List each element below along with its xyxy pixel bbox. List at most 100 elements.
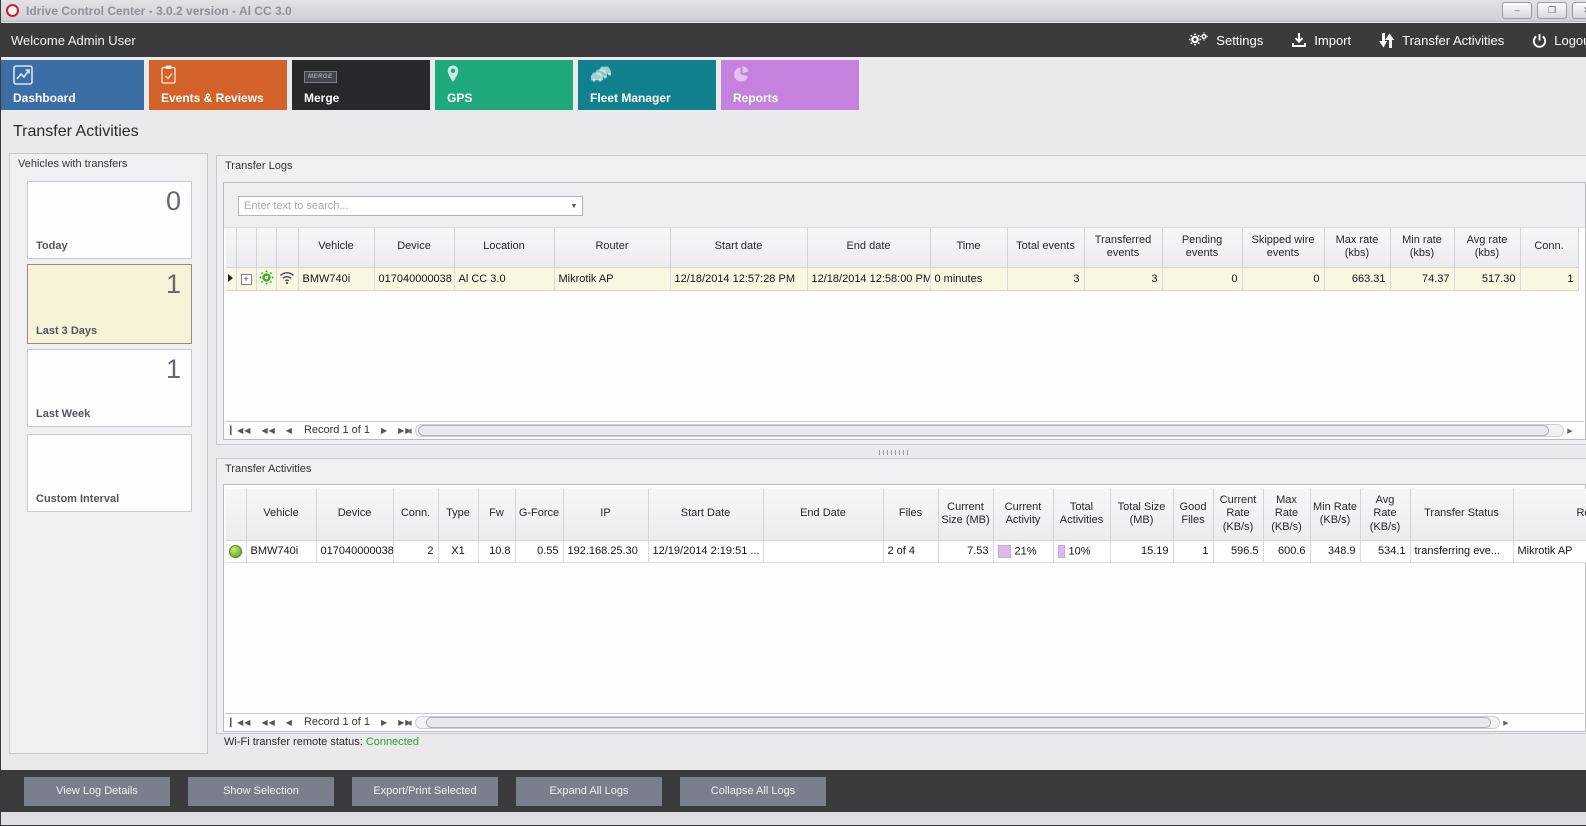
prev-record-icon[interactable]: ◀ <box>286 718 293 727</box>
export-print-selected-button[interactable]: Export/Print Selected <box>352 777 498 806</box>
cell-fw: 10.8 <box>478 540 515 562</box>
expand-all-logs-button[interactable]: Expand All Logs <box>516 777 662 806</box>
col-good-files[interactable]: Good Files <box>1173 489 1213 540</box>
col-router[interactable]: Router <box>1513 489 1586 540</box>
col-transfer-status[interactable]: Transfer Status <box>1410 489 1513 540</box>
collapse-all-logs-button[interactable]: Collapse All Logs <box>680 777 826 806</box>
go-first-icon[interactable]: ▎◀◀ <box>230 718 251 727</box>
transfer-activity-row[interactable]: BMW740i 017040000038 2 X1 10.8 0.55 192.… <box>226 540 1586 562</box>
power-icon <box>1532 33 1547 48</box>
col-time[interactable]: Time <box>930 228 1007 267</box>
transfer-logs-title: Transfer Logs <box>225 160 292 172</box>
chevron-down-icon[interactable]: ▼ <box>566 197 582 215</box>
col-end-date[interactable]: End date <box>807 228 930 267</box>
wifi-status-value: Connected <box>366 736 419 748</box>
col-pending-events[interactable]: Pending events <box>1162 228 1242 267</box>
col-total-size[interactable]: Total Size (MB) <box>1110 489 1173 540</box>
scroll-left-icon[interactable]: ◀ <box>403 427 415 435</box>
tab-fleet-manager[interactable]: Fleet Manager <box>578 60 716 110</box>
footer-toolbar: View Log Details Show Selection Export/P… <box>1 770 1586 812</box>
col-conn[interactable]: Conn. <box>1520 228 1578 267</box>
transfer-activities-panel: Transfer Activities Vehicle Device Conn.… <box>216 458 1586 734</box>
show-selection-button[interactable]: Show Selection <box>188 777 334 806</box>
maximize-button[interactable]: ❐ <box>1537 2 1567 19</box>
vehicles-icon <box>590 65 614 87</box>
transfer-log-row[interactable]: + BMW740i 017040000038 Al CC 3.0 Mikroti… <box>226 267 1578 290</box>
logout-button[interactable]: Logout <box>1532 33 1586 48</box>
tab-reports[interactable]: Reports <box>721 60 859 110</box>
col-ip[interactable]: IP <box>563 489 648 540</box>
logs-horizontal-scrollbar[interactable]: ◀ ▶ <box>403 424 1576 437</box>
col-min-rate[interactable]: Min Rate (KB/s) <box>1310 489 1360 540</box>
prev-page-icon[interactable]: ◀◀ <box>261 718 275 727</box>
cell-total-size: 15.19 <box>1110 540 1173 562</box>
top-menu-bar: Welcome Admin User Settings Import Trans… <box>1 23 1586 57</box>
col-avg-rate[interactable]: Avg rate (kbs) <box>1454 228 1520 267</box>
col-min-rate[interactable]: Min rate (kbs) <box>1390 228 1454 267</box>
tab-gps[interactable]: GPS <box>435 60 573 110</box>
close-button[interactable]: ✕ <box>1572 2 1586 19</box>
col-transferred-events[interactable]: Transferred events <box>1084 228 1162 267</box>
col-end-date[interactable]: End Date <box>763 489 883 540</box>
col-g-force[interactable]: G-Force <box>515 489 563 540</box>
col-router[interactable]: Router <box>554 228 670 267</box>
col-total-events[interactable]: Total events <box>1007 228 1084 267</box>
tab-merge[interactable]: MERGE Merge <box>292 60 430 110</box>
col-files[interactable]: Files <box>883 489 938 540</box>
panel-splitter-handle[interactable] <box>879 450 909 455</box>
col-conn[interactable]: Conn. <box>393 489 438 540</box>
tile-label: Events & Reviews <box>161 91 264 105</box>
activities-horizontal-scrollbar[interactable]: ◀ ▶ <box>403 716 1512 729</box>
tab-dashboard[interactable]: Dashboard <box>1 60 144 110</box>
scroll-right-icon[interactable]: ▶ <box>1564 427 1576 435</box>
cell-device: 017040000038 <box>316 540 393 562</box>
col-avg-rate[interactable]: Avg Rate (KB/s) <box>1360 489 1410 540</box>
next-record-icon[interactable]: ▶ <box>381 718 388 727</box>
col-fw[interactable]: Fw <box>478 489 515 540</box>
col-device[interactable]: Device <box>316 489 393 540</box>
scroll-right-icon[interactable]: ▶ <box>1500 719 1512 727</box>
titlebar: Idrive Control Center - 3.0.2 version - … <box>1 0 1586 22</box>
prev-record-icon[interactable]: ◀ <box>286 426 293 435</box>
minimize-button[interactable]: – <box>1502 2 1532 19</box>
interval-card-today[interactable]: 0 Today <box>27 181 192 259</box>
col-max-rate[interactable]: Max Rate (KB/s) <box>1263 489 1310 540</box>
col-start-date[interactable]: Start Date <box>648 489 763 540</box>
transfer-activities-button[interactable]: Transfer Activities <box>1379 32 1504 49</box>
col-vehicle[interactable]: Vehicle <box>246 489 316 540</box>
col-type[interactable]: Type <box>438 489 478 540</box>
view-log-details-button[interactable]: View Log Details <box>24 777 170 806</box>
transfer-activities-label: Transfer Activities <box>1402 33 1504 48</box>
tile-label: Dashboard <box>13 91 76 105</box>
cell-device: 017040000038 <box>374 267 454 290</box>
col-vehicle[interactable]: Vehicle <box>298 228 374 267</box>
col-total-activities[interactable]: Total Activities <box>1053 489 1110 540</box>
welcome-text: Welcome Admin User <box>11 33 136 48</box>
col-current-rate[interactable]: Current Rate (KB/s) <box>1213 489 1263 540</box>
col-current-activity[interactable]: Current Activity <box>993 489 1053 540</box>
go-first-icon[interactable]: ▎◀◀ <box>230 426 251 435</box>
sidebar-title: Vehicles with transfers <box>18 158 127 170</box>
interval-card-custom-interval[interactable]: Custom Interval <box>27 434 192 512</box>
prev-page-icon[interactable]: ◀◀ <box>261 426 275 435</box>
search-input[interactable] <box>239 200 566 212</box>
col-device[interactable]: Device <box>374 228 454 267</box>
expand-row-icon[interactable]: + <box>241 274 252 285</box>
settings-button[interactable]: Settings <box>1187 31 1263 49</box>
cell-router: Mikrotik AP <box>554 267 670 290</box>
col-max-rate[interactable]: Max rate (kbs) <box>1324 228 1390 267</box>
col-skipped-wire-events[interactable]: Skipped wire events <box>1242 228 1324 267</box>
scroll-left-icon[interactable]: ◀ <box>403 719 415 727</box>
col-gear <box>256 228 276 267</box>
col-start-date[interactable]: Start date <box>670 228 807 267</box>
row-indicator-icon <box>228 274 233 282</box>
col-location[interactable]: Location <box>454 228 554 267</box>
col-status <box>226 489 246 540</box>
cell-router: Mikrotik AP <box>1513 540 1586 562</box>
tab-events-reviews[interactable]: Events & Reviews <box>149 60 287 110</box>
interval-card-last-week[interactable]: 1 Last Week <box>27 349 192 427</box>
import-button[interactable]: Import <box>1291 32 1351 48</box>
col-current-size[interactable]: Current Size (MB) <box>938 489 993 540</box>
next-record-icon[interactable]: ▶ <box>381 426 388 435</box>
interval-card-last-3-days[interactable]: 1 Last 3 Days <box>27 264 192 344</box>
